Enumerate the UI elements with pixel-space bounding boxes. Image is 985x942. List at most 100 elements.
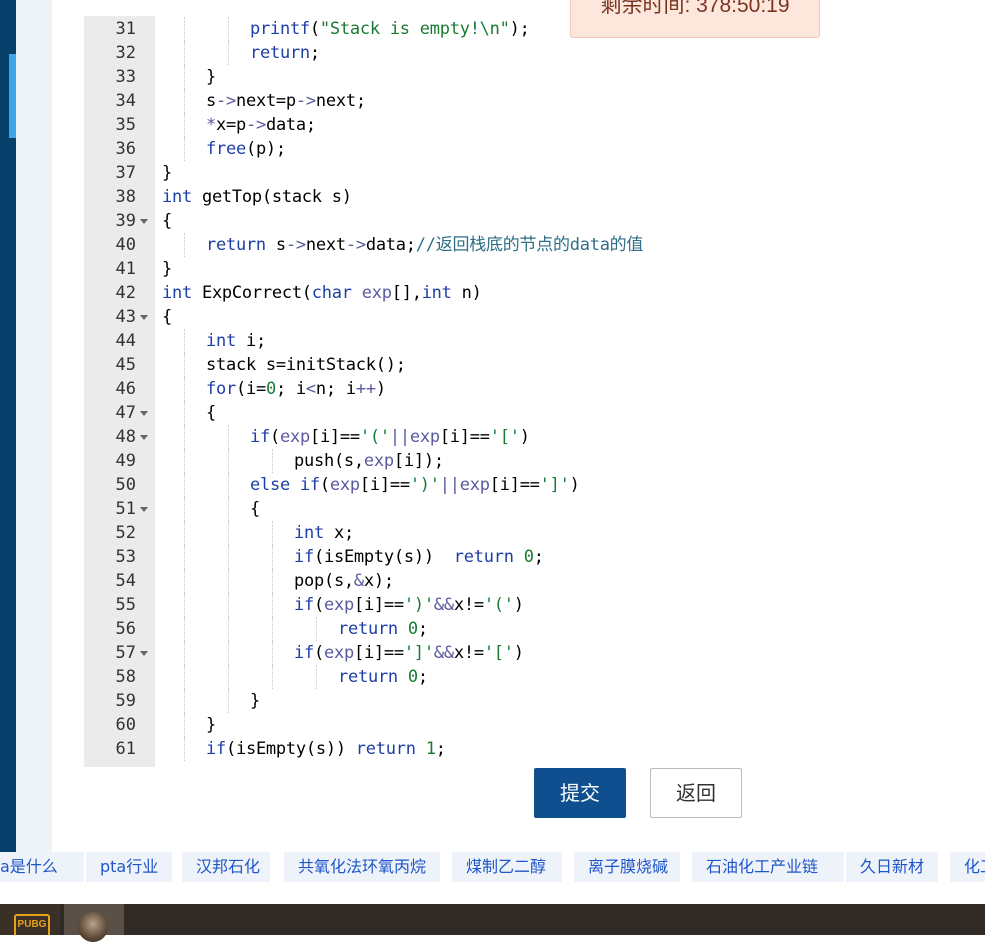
code-text: } <box>162 259 172 279</box>
remaining-time-text: 剩余时间: 378:50:19 <box>600 0 790 17</box>
code-text: return s->next->data;//返回栈底的节点的data的值 <box>206 235 644 255</box>
search-tag-link[interactable]: 化工 <box>950 852 985 882</box>
search-tag-link[interactable]: 汉邦石化 <box>182 852 270 882</box>
indent-guide <box>228 41 229 65</box>
line-number: 51 <box>115 499 136 519</box>
indent-guide <box>272 449 273 473</box>
taskbar-app-pubg[interactable]: PUBG <box>0 904 60 935</box>
fold-toggle-icon[interactable] <box>140 435 148 440</box>
page-left-margin <box>16 0 52 852</box>
code-line: 35 *x=p->data; <box>84 113 985 137</box>
indent-guide <box>184 689 185 713</box>
fold-toggle-icon[interactable] <box>140 411 148 416</box>
taskbar: PUBG <box>0 904 985 942</box>
search-tag-link[interactable]: 离子膜烧碱 <box>574 852 680 882</box>
taskbar-app-game[interactable] <box>64 904 124 942</box>
search-tag-link[interactable]: pta行业 <box>86 852 172 882</box>
code-line: 37} <box>84 161 985 185</box>
code-text: if(isEmpty(s)) return 1; <box>206 739 446 759</box>
indent-guide <box>184 641 185 665</box>
indent-guide <box>316 665 317 689</box>
code-line: 31 printf("Stack is empty!\n"); <box>84 17 985 41</box>
code-text: else if(exp[i]==')'||exp[i]==']') <box>250 475 580 495</box>
code-line: 57 if(exp[i]==']'&&x!='[') <box>84 641 985 665</box>
line-number: 50 <box>115 475 136 495</box>
line-number: 57 <box>115 643 136 663</box>
indent-guide <box>228 473 229 497</box>
fold-toggle-icon[interactable] <box>140 507 148 512</box>
indent-guide <box>228 641 229 665</box>
fold-toggle-icon[interactable] <box>140 219 148 224</box>
indent-guide <box>184 113 185 137</box>
code-line: 45 stack s=initStack(); <box>84 353 985 377</box>
code-line: 38 int getTop(stack s) <box>84 185 985 209</box>
code-line: 34 s->next=p->next; <box>84 89 985 113</box>
code-text: push(s,exp[i]); <box>294 451 444 471</box>
search-tag-link[interactable]: 煤制乙二醇 <box>452 852 562 882</box>
code-text: { <box>206 403 216 423</box>
code-line: 56 return 0; <box>84 617 985 641</box>
line-number: 59 <box>115 691 136 711</box>
code-line: 60} <box>84 713 985 737</box>
code-line: 42 int ExpCorrect(char exp[],int n) <box>84 281 985 305</box>
code-editor[interactable]: 31 printf("Stack is empty!\n"); 32 return; 3… <box>84 16 985 767</box>
indent-guide <box>228 521 229 545</box>
code-line: 39 { <box>84 209 985 233</box>
code-line: 50 else if(exp[i]==')'||exp[i]==']') <box>84 473 985 497</box>
indent-guide <box>316 617 317 641</box>
indent-guide <box>184 137 185 161</box>
indent-guide <box>184 425 185 449</box>
pubg-logo-icon: PUBG <box>14 914 50 935</box>
indent-guide <box>184 65 185 89</box>
back-button[interactable]: 返回 <box>650 768 742 818</box>
indent-guide <box>272 665 273 689</box>
indent-guide <box>228 569 229 593</box>
line-number: 32 <box>115 43 136 63</box>
indent-guide <box>272 545 273 569</box>
search-tag-link[interactable]: 共氧化法环氧丙烷 <box>284 852 440 882</box>
indent-guide <box>272 617 273 641</box>
indent-guide <box>228 17 229 41</box>
line-number: 44 <box>115 331 136 351</box>
code-line: 49 push(s,exp[i]); <box>84 449 985 473</box>
line-number: 60 <box>115 715 136 735</box>
indent-guide <box>184 41 185 65</box>
fold-toggle-icon[interactable] <box>140 651 148 656</box>
indent-guide <box>184 665 185 689</box>
indent-guide <box>184 593 185 617</box>
code-text: int i; <box>206 331 266 351</box>
code-text: return; <box>250 43 320 63</box>
code-line: 44 int i; <box>84 329 985 353</box>
line-number: 58 <box>115 667 136 687</box>
search-tag-link[interactable]: 久日新材 <box>846 852 938 882</box>
indent-guide <box>184 545 185 569</box>
search-tag-link[interactable]: 石油化工产业链 <box>692 852 844 882</box>
code-text: if(exp[i]==')'&&x!='(') <box>294 595 524 615</box>
indent-guide <box>228 617 229 641</box>
indent-guide <box>184 737 185 761</box>
code-line: 46 for(i=0; i<n; i++) <box>84 377 985 401</box>
code-text: if(exp[i]=='('||exp[i]=='[') <box>250 427 530 447</box>
fold-toggle-icon[interactable] <box>140 315 148 320</box>
code-line: 43 { <box>84 305 985 329</box>
code-text: } <box>250 691 260 711</box>
line-number: 48 <box>115 427 136 447</box>
indent-guide <box>228 497 229 521</box>
code-text: } <box>206 715 216 735</box>
indent-guide <box>184 449 185 473</box>
line-number: 49 <box>115 451 136 471</box>
code-text: return 0; <box>338 619 428 639</box>
code-text: } <box>206 67 216 87</box>
indent-guide <box>228 545 229 569</box>
indent-guide <box>228 425 229 449</box>
indent-guide <box>228 449 229 473</box>
code-line: 41} <box>84 257 985 281</box>
submit-button[interactable]: 提交 <box>534 768 626 818</box>
indent-guide <box>184 521 185 545</box>
line-number: 43 <box>115 307 136 327</box>
indent-guide <box>228 665 229 689</box>
indent-guide <box>184 377 185 401</box>
indent-guide <box>184 233 185 257</box>
search-tag-link[interactable]: a是什么 <box>0 852 84 882</box>
indent-guide <box>184 17 185 41</box>
